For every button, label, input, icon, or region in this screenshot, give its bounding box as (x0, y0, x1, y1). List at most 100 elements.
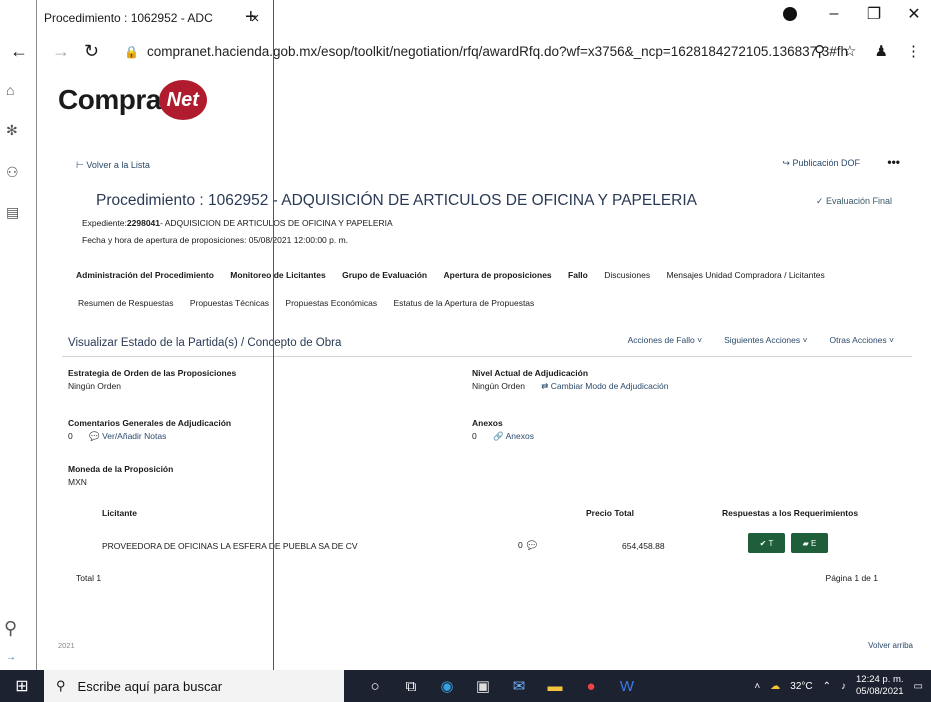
search-icon: ⚲ (56, 678, 66, 693)
browser-tab[interactable]: Procedimiento : 1062952 - ADC × (44, 6, 264, 30)
anexos-link[interactable]: 🔗 Anexos (493, 431, 534, 441)
chat-bubble-icon: 💬 (526, 540, 538, 550)
network-icon[interactable]: ✻ (6, 122, 18, 139)
handshake-icon: ✔ (759, 538, 769, 548)
cortana-icon[interactable]: ○ (366, 678, 384, 695)
zoom-icon[interactable]: ⚲ (814, 42, 825, 60)
tab-grupo-evaluacion[interactable]: Grupo de Evaluación (342, 270, 427, 280)
status-label: Evaluación Final (825, 196, 892, 206)
tray-expand-icon[interactable]: ˄ (754, 681, 760, 692)
publication-dof-link[interactable]: ↪ Publicación DOF (782, 158, 860, 169)
tab-estatus-apertura[interactable]: Estatus de la Apertura de Propuestas (393, 298, 534, 308)
store-icon[interactable]: ▣ (474, 677, 492, 695)
notifications-icon[interactable]: ▭ (914, 681, 923, 692)
taskbar-apps: ○ ⧉ ◉ ▣ ✉ ▬ ● W (366, 677, 636, 696)
tab-resumen-respuestas[interactable]: Resumen de Respuestas (78, 298, 173, 308)
more-options-button[interactable]: ••• (887, 155, 900, 169)
forward-arrow-icon[interactable]: → (52, 42, 70, 60)
table-row-precio: 654,458.88 (622, 541, 665, 551)
logo-net-badge: Net (158, 80, 207, 120)
close-window-icon[interactable]: ✕ (905, 4, 923, 24)
siguientes-acciones-menu[interactable]: Siguientes Acciones ˅ (724, 335, 807, 345)
tab-propuestas-tecnicas[interactable]: Propuestas Técnicas (190, 298, 269, 308)
estrategia-value: Ningún Orden (68, 381, 121, 391)
network-tray-icon[interactable]: ⌃ (823, 681, 831, 692)
ver-notas-link[interactable]: 💬 Ver/Añadir Notas (89, 431, 166, 441)
minimize-icon[interactable]: – (825, 5, 843, 23)
volume-icon[interactable]: ♪ (841, 681, 846, 692)
table-row-licitante[interactable]: PROVEEDORA DE OFICINAS LA ESFERA DE PUEB… (102, 541, 358, 551)
taskbar-search-placeholder: Escribe aquí para buscar (77, 678, 223, 694)
message-count: 0 (518, 540, 523, 550)
taskbar-search[interactable]: ⚲ Escribe aquí para buscar (44, 670, 344, 702)
scan-artifact-line (273, 0, 274, 670)
edge-icon[interactable]: ◉ (438, 677, 456, 695)
column-header-precio: Precio Total (586, 508, 635, 518)
expand-arrow-icon[interactable]: → (6, 652, 16, 663)
expediente-description: - ADQUISICION DE ARTICULOS DE OFICINA Y … (160, 218, 393, 228)
chevron-down-icon: ˅ (889, 335, 894, 345)
back-to-list-link[interactable]: ⊢ Volver a la Lista (76, 160, 150, 171)
moneda-field: Moneda de la Proposición MXN (68, 464, 173, 487)
nivel-value-row: Ningún Orden ⇄ Cambiar Modo de Adjudicac… (472, 381, 668, 392)
secondary-tabs: Resumen de Respuestas Propuestas Técnica… (78, 298, 548, 308)
pagination-info: Página 1 de 1 (825, 573, 878, 583)
publication-dof-label: Publicación DOF (792, 158, 860, 168)
windows-taskbar: ⊞ ⚲ Escribe aquí para buscar ○ ⧉ ◉ ▣ ✉ ▬… (0, 670, 931, 702)
logo-compra-text: Compra (58, 84, 161, 115)
windows-start-icon[interactable]: ⊞ (0, 676, 44, 696)
table-row-messages[interactable]: 0 💬 (518, 540, 537, 551)
users-icon[interactable]: ⚇ (6, 164, 19, 181)
word-icon[interactable]: W (618, 678, 636, 695)
tab-discusiones[interactable]: Discusiones (604, 270, 650, 280)
url-text: compranet.hacienda.gob.mx/esop/toolkit/n… (146, 44, 848, 59)
comentarios-label: Comentarios Generales de Adjudicación (68, 418, 232, 428)
bookmark-star-icon[interactable]: ☆ (843, 42, 856, 60)
home-icon[interactable]: ⌂ (6, 82, 14, 98)
file-explorer-icon[interactable]: ▬ (546, 678, 564, 695)
reload-icon[interactable]: ↻ (84, 42, 99, 60)
url-field[interactable]: 🔒 compranet.hacienda.gob.mx/esop/toolkit/… (124, 44, 848, 59)
scan-border-line (36, 0, 37, 670)
back-arrow-icon[interactable]: ← (10, 42, 28, 60)
tab-mensajes[interactable]: Mensajes Unidad Compradora / Licitantes (666, 270, 824, 280)
opening-date: Fecha y hora de apertura de proposicione… (82, 235, 349, 245)
tab-monitoreo[interactable]: Monitoreo de Licitantes (230, 270, 325, 280)
restore-icon[interactable]: ❐ (865, 4, 883, 24)
chrome-icon[interactable]: ● (582, 678, 600, 695)
tab-administracion[interactable]: Administración del Procedimiento (76, 270, 214, 280)
primary-tabs: Administración del Procedimiento Monitor… (76, 270, 839, 280)
anexos-value-row: 0 🔗 Anexos (472, 431, 534, 442)
weather-temp[interactable]: 32°C (790, 681, 812, 692)
chevron-down-icon: ˅ (697, 335, 703, 345)
account-icon[interactable]: ♟ (875, 42, 888, 60)
clock[interactable]: 12:24 p. m. 05/08/2021 (856, 674, 904, 698)
task-view-icon[interactable]: ⧉ (402, 678, 420, 695)
menu-kebab-icon[interactable]: ⋮ (906, 42, 921, 60)
back-to-top-link[interactable]: Volver arriba (868, 641, 913, 650)
system-tray: ˄ ☁ 32°C ⌃ ♪ 12:24 p. m. 05/08/2021 ▭ (754, 670, 923, 702)
tab-fallo[interactable]: Fallo (568, 270, 588, 280)
new-tab-button[interactable]: + (245, 6, 257, 28)
otras-acciones-menu[interactable]: Otras Acciones ˅ (829, 335, 894, 345)
section-divider (62, 356, 912, 357)
profile-icon[interactable] (783, 7, 797, 21)
economic-response-label: E (811, 538, 817, 548)
anexos-field: Anexos 0 🔗 Anexos (472, 418, 534, 442)
tab-propuestas-economicas[interactable]: Propuestas Económicas (285, 298, 377, 308)
search-icon[interactable]: ⚲ (4, 618, 17, 639)
technical-response-button[interactable]: ✔ T (748, 533, 785, 553)
total-count: Total 1 (76, 573, 102, 583)
acciones-fallo-label: Acciones de Fallo (627, 335, 695, 345)
lock-icon: 🔒 (124, 45, 139, 59)
tab-apertura[interactable]: Apertura de proposiciones (443, 270, 551, 280)
nivel-value: Ningún Orden (472, 381, 525, 391)
footer-year: 2021 (58, 641, 75, 650)
acciones-fallo-menu[interactable]: Acciones de Fallo ˅ (628, 335, 702, 345)
section-actions: Acciones de Fallo ˅ Siguientes Acciones … (628, 335, 894, 345)
cambiar-modo-link[interactable]: ⇄ Cambiar Modo de Adjudicación (541, 381, 668, 391)
mail-icon[interactable]: ✉ (510, 677, 528, 695)
economic-response-button[interactable]: ▰ E (791, 533, 828, 553)
clock-date: 05/08/2021 (856, 686, 904, 697)
documents-icon[interactable]: ▤ (6, 204, 19, 221)
